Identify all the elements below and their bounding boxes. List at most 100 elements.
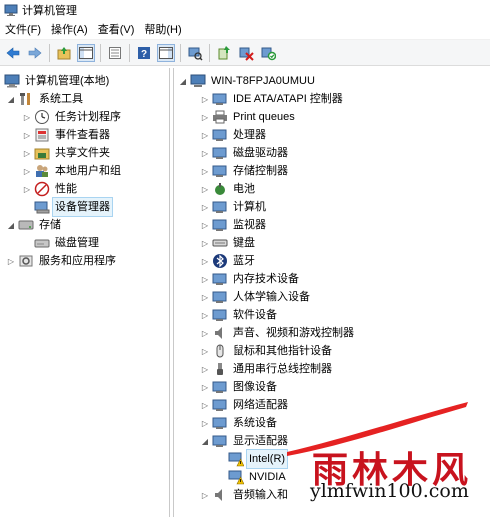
tree-item-event-viewer[interactable]: ▷ 事件查看器 xyxy=(22,126,112,144)
device-category[interactable]: ▷ 通用串行总线控制器 xyxy=(200,360,334,378)
system-device-icon xyxy=(212,415,228,431)
tree-item-disk-management[interactable]: 磁盘管理 xyxy=(32,234,101,252)
warning-display-icon xyxy=(228,451,244,467)
collapsed-arrow-icon[interactable]: ▷ xyxy=(200,306,210,324)
tree-label: 性能 xyxy=(55,183,77,195)
properties-list-icon[interactable] xyxy=(106,44,124,62)
forward-icon[interactable] xyxy=(26,44,44,62)
device-category[interactable]: ▷ 网络适配器 xyxy=(200,396,290,414)
collapsed-arrow-icon[interactable]: ▷ xyxy=(200,486,210,504)
device-tree-root[interactable]: ◢ WIN-T8FPJA0UMUU xyxy=(178,72,317,90)
device-category[interactable]: ▷ 系统设备 xyxy=(200,414,279,432)
display-adapter-item[interactable]: NVIDIA xyxy=(226,468,288,486)
collapsed-arrow-icon[interactable]: ▷ xyxy=(200,216,210,234)
collapsed-arrow-icon[interactable]: ▷ xyxy=(200,324,210,342)
help-icon[interactable]: ? xyxy=(135,44,153,62)
tree-item-root[interactable]: 计算机管理(本地) xyxy=(2,72,111,90)
collapsed-arrow-icon[interactable]: ▷ xyxy=(200,90,210,108)
tree-item-local-users[interactable]: ▷ 本地用户和组 xyxy=(22,162,123,180)
collapsed-arrow-icon[interactable]: ▷ xyxy=(22,126,32,144)
collapsed-arrow-icon[interactable]: ▷ xyxy=(200,234,210,252)
tree-label: WIN-T8FPJA0UMUU xyxy=(211,75,315,87)
collapsed-arrow-icon[interactable]: ▷ xyxy=(200,414,210,432)
device-category[interactable]: ▷ 磁盘驱动器 xyxy=(200,144,290,162)
tree-item-task-scheduler[interactable]: ▷ 任务计划程序 xyxy=(22,108,123,126)
expanded-arrow-icon[interactable]: ◢ xyxy=(178,72,188,90)
tree-label: 图像设备 xyxy=(233,381,277,393)
expanded-arrow-icon[interactable]: ◢ xyxy=(200,432,210,450)
collapsed-arrow-icon[interactable]: ▷ xyxy=(200,108,210,126)
device-manager-icon xyxy=(34,199,50,215)
collapsed-arrow-icon[interactable]: ▷ xyxy=(200,252,210,270)
collapsed-arrow-icon[interactable]: ▷ xyxy=(200,126,210,144)
tree-label: 内存技术设备 xyxy=(233,273,299,285)
device-category[interactable]: ▷ 蓝牙 xyxy=(200,252,257,270)
collapsed-arrow-icon[interactable]: ▷ xyxy=(200,288,210,306)
tree-item-services[interactable]: ▷ 服务和应用程序 xyxy=(6,252,118,270)
menu-view[interactable]: 查看(V) xyxy=(93,20,140,40)
device-category[interactable]: ▷ 键盘 xyxy=(200,234,257,252)
device-category[interactable]: ▷ 软件设备 xyxy=(200,306,279,324)
device-category[interactable]: ▷ IDE ATA/ATAPI 控制器 xyxy=(200,90,345,108)
tree-label: 系统工具 xyxy=(39,93,83,105)
collapsed-arrow-icon[interactable]: ▷ xyxy=(200,198,210,216)
menu-bar: 文件(F) 操作(A) 查看(V) 帮助(H) xyxy=(0,20,490,40)
device-category[interactable]: ▷ 图像设备 xyxy=(200,378,279,396)
tree-item-device-manager[interactable]: 设备管理器 xyxy=(32,197,113,217)
show-hide-tree-icon[interactable] xyxy=(77,43,95,62)
warning-display-icon xyxy=(228,469,244,485)
collapsed-arrow-icon[interactable]: ▷ xyxy=(200,396,210,414)
device-category[interactable]: ◢ 显示适配器 xyxy=(200,432,290,450)
collapsed-arrow-icon[interactable]: ▷ xyxy=(22,180,32,198)
back-icon[interactable] xyxy=(4,44,22,62)
menu-help[interactable]: 帮助(H) xyxy=(139,20,186,40)
computer-icon xyxy=(212,199,228,215)
toolbar-separator xyxy=(209,43,210,62)
tree-item-shared-folders[interactable]: ▷ 共享文件夹 xyxy=(22,144,112,162)
device-category[interactable]: ▷ 电池 xyxy=(200,180,257,198)
tree-label: 通用串行总线控制器 xyxy=(233,363,332,375)
device-category[interactable]: ▷ 处理器 xyxy=(200,126,268,144)
enable-device-icon[interactable] xyxy=(259,44,277,62)
collapsed-arrow-icon[interactable]: ▷ xyxy=(200,144,210,162)
expanded-arrow-icon[interactable]: ◢ xyxy=(6,216,16,234)
menu-action[interactable]: 操作(A) xyxy=(46,20,93,40)
collapsed-arrow-icon[interactable]: ▷ xyxy=(22,108,32,126)
collapsed-arrow-icon[interactable]: ▷ xyxy=(200,180,210,198)
clock-icon xyxy=(34,109,50,125)
update-driver-icon[interactable] xyxy=(215,44,233,62)
collapsed-arrow-icon[interactable]: ▷ xyxy=(200,378,210,396)
device-category[interactable]: ▷ 内存技术设备 xyxy=(200,270,301,288)
collapsed-arrow-icon[interactable]: ▷ xyxy=(200,360,210,378)
tree-label: 事件查看器 xyxy=(55,129,110,141)
collapsed-arrow-icon[interactable]: ▷ xyxy=(200,270,210,288)
tree-item-storage[interactable]: ◢ 存储 xyxy=(6,216,63,234)
collapsed-arrow-icon[interactable]: ▷ xyxy=(22,162,32,180)
show-action-pane-icon[interactable] xyxy=(157,43,175,62)
collapsed-arrow-icon[interactable]: ▷ xyxy=(200,162,210,180)
device-category[interactable]: ▷ 监视器 xyxy=(200,216,268,234)
monitor-icon xyxy=(212,217,228,233)
menu-file[interactable]: 文件(F) xyxy=(0,20,46,40)
collapsed-arrow-icon[interactable]: ▷ xyxy=(6,252,16,270)
expanded-arrow-icon[interactable]: ◢ xyxy=(6,90,16,108)
scan-hardware-icon[interactable] xyxy=(186,44,204,62)
display-adapter-item[interactable]: Intel(R) xyxy=(226,449,289,469)
device-category[interactable]: ▷ 计算机 xyxy=(200,198,268,216)
device-category-audio-input[interactable]: ▷ 音频输入和 xyxy=(200,486,290,504)
device-category[interactable]: ▷ Print queues xyxy=(200,108,297,126)
tree-item-performance[interactable]: ▷ 性能 xyxy=(22,180,79,198)
tree-label: 计算机管理(本地) xyxy=(25,75,110,87)
collapsed-arrow-icon[interactable]: ▷ xyxy=(200,342,210,360)
computer-management-window: 计算机管理 文件(F) 操作(A) 查看(V) 帮助(H) ? 计算机管理(本地… xyxy=(0,0,490,517)
collapsed-arrow-icon[interactable]: ▷ xyxy=(22,144,32,162)
uninstall-device-icon[interactable] xyxy=(237,44,255,62)
up-folder-icon[interactable] xyxy=(55,44,73,62)
computer-management-icon xyxy=(4,4,18,16)
device-category[interactable]: ▷ 存储控制器 xyxy=(200,162,290,180)
device-category[interactable]: ▷ 鼠标和其他指针设备 xyxy=(200,342,334,360)
tree-item-system-tools[interactable]: ◢ 系统工具 xyxy=(6,90,85,108)
device-category[interactable]: ▷ 人体学输入设备 xyxy=(200,288,312,306)
event-log-icon xyxy=(34,127,50,143)
device-category[interactable]: ▷ 声音、视频和游戏控制器 xyxy=(200,324,356,342)
